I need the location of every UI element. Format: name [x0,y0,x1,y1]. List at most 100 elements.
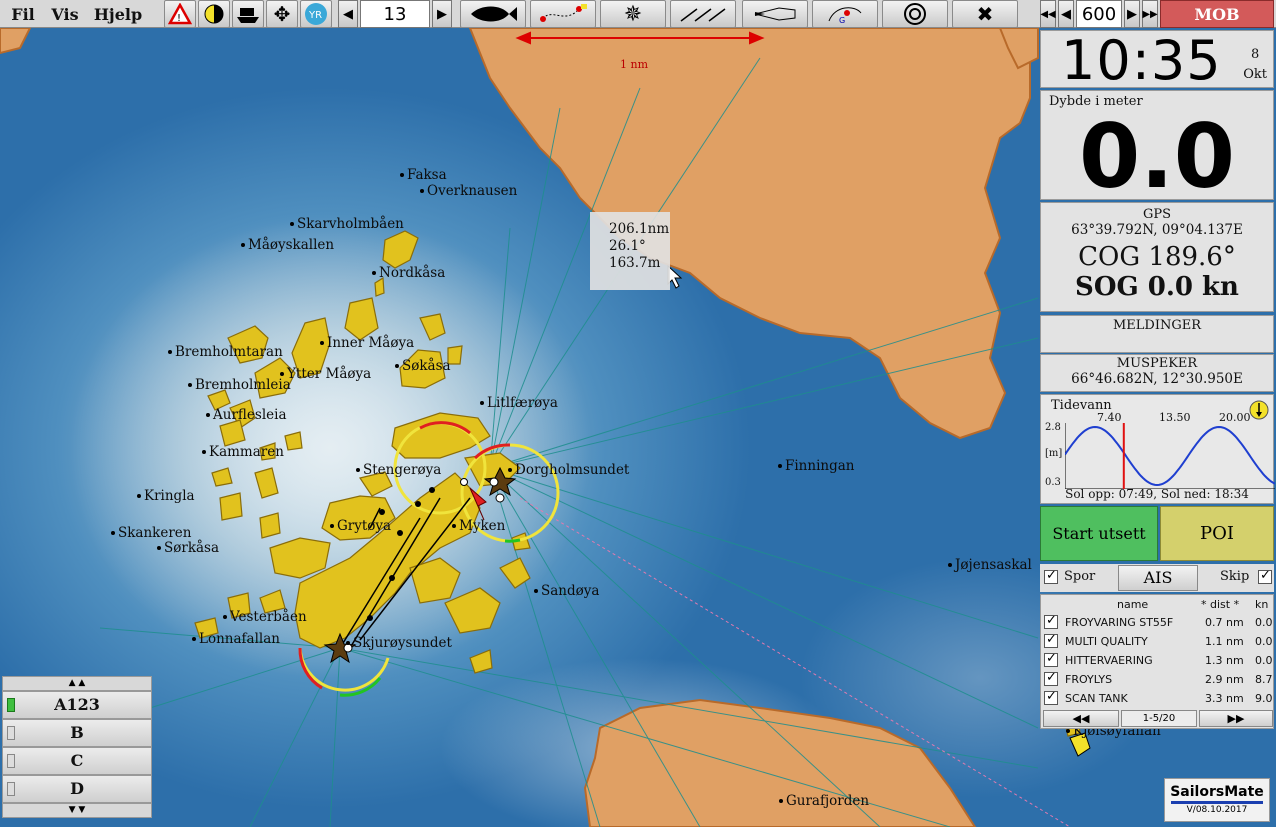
ais-row[interactable]: HITTERVAERING 1.3 nm 0.0 [1041,651,1273,670]
measurement-tooltip: 206.1nm 26.1° 163.7m [590,212,670,290]
wind-arrows-icon [680,8,726,22]
ship-checkbox[interactable] [1258,568,1272,584]
zoom-increase-button[interactable]: ▶ [432,0,452,28]
menu-view[interactable]: Vis [48,0,82,28]
ais-rows: FROYVARING ST55F 0.7 nm 0.0 MULTI QUALITY 1.… [1041,613,1273,708]
start-utsett-button[interactable]: Start utsett [1040,506,1158,561]
ais-button[interactable]: AIS [1118,565,1198,591]
range-first-button[interactable]: ◀◀ [1040,0,1056,28]
day-night-button[interactable] [198,0,230,28]
layer-item[interactable]: B [2,719,152,747]
place-dot-icon [1066,729,1070,733]
place-dot-icon [168,350,172,354]
tools-button[interactable]: ✖ [952,0,1018,28]
target-button[interactable] [882,0,948,28]
pan-button[interactable]: ✥ [266,0,298,28]
place-label: Nordkåsa [372,265,446,281]
place-name: Grytøya [337,518,392,534]
zoom-decrease-button[interactable]: ◀ [338,0,358,28]
poi-button[interactable]: POI [1160,506,1274,561]
cursor-position: 66°46.682N, 12°30.950E [1071,371,1243,387]
cursor-box: MUSPEKER 66°46.682N, 12°30.950E [1040,354,1274,392]
fish-button[interactable] [460,0,526,28]
route-button[interactable] [530,0,596,28]
ais-vessel-name: SCAN TANK [1065,692,1128,705]
range-decrease-button[interactable]: ◀ [1058,0,1074,28]
ais-row-checkbox[interactable] [1044,613,1058,629]
place-label: Myken [452,519,505,534]
layer-item[interactable]: D [2,775,152,803]
place-name: Kammaren [209,444,284,460]
measure-height: 163.7m [609,255,661,271]
tide-curve-chart [1065,423,1275,489]
clock-time: 10:35 [1061,29,1222,92]
place-name: Bremholmleia [195,377,291,393]
messages-box[interactable]: MELDINGER [1040,315,1274,353]
place-label: Vesterbåen [223,610,307,625]
menu-help[interactable]: Hjelp [92,0,144,28]
yr-weather-button[interactable]: YR [300,0,332,28]
warning-button[interactable]: ! [164,0,196,28]
measure-bearing: 26.1° [609,238,646,254]
land-north-west [0,28,32,55]
boat-button[interactable] [232,0,264,28]
goto-button[interactable]: G [812,0,878,28]
ais-next-page-button[interactable]: ▶▶ [1199,710,1273,727]
depth-box: Dybde i meter 0.0 [1040,90,1274,208]
range-last-button[interactable]: ▶▶ [1142,0,1158,28]
place-dot-icon [223,615,227,619]
gps-position: 63°39.792N, 09°04.137E [1071,222,1243,238]
wind-button[interactable] [670,0,736,28]
track-checkbox[interactable] [1044,568,1058,584]
fish-icon [471,6,517,22]
layer-scroll-down[interactable]: ▼ ▼ [2,803,152,818]
place-name: Inner Måøya [327,335,415,351]
mob-button[interactable]: MOB [1160,0,1274,28]
place-dot-icon [111,531,115,535]
ship-label: Skip [1220,569,1250,584]
layer-scroll-up[interactable]: ▲ ▲ [2,676,152,691]
place-name: Skarvholmbåen [297,216,404,232]
menu-file[interactable]: Fil [8,0,38,28]
ais-vessel-speed: 8.7 [1255,673,1273,686]
range-increase-button[interactable]: ▶ [1124,0,1140,28]
ais-row[interactable]: FROYVARING ST55F 0.7 nm 0.0 [1041,613,1273,632]
zoom-level-field[interactable]: 13 [360,0,430,28]
ais-row[interactable]: SCAN TANK 3.3 nm 9.0 [1041,689,1273,708]
place-dot-icon [188,383,192,387]
place-dot-icon [480,401,484,405]
place-label: Sørkåsa [157,541,219,556]
place-dot-icon [452,524,456,528]
ais-row-checkbox[interactable] [1044,670,1058,686]
place-name: Sandøya [541,583,600,599]
ais-col-dist: * dist * [1201,598,1240,611]
warning-icon: ! [168,3,192,25]
compass-button[interactable]: ✵ [600,0,666,28]
top-toolbar: Fil Vis Hjelp ! ✥ YR ◀ 13 ▶ ✵ G ✖ ◀◀ ◀ 6… [0,0,1276,28]
place-label: Inner Måøya [320,335,415,351]
ais-row-checkbox[interactable] [1044,689,1058,705]
layer-item[interactable]: A123 [2,691,152,719]
sog-value: SOG 0.0 kn [1075,272,1239,302]
ais-col-name: name [1117,598,1149,611]
place-label: Skankeren [111,525,192,541]
ais-row-checkbox[interactable] [1044,632,1058,648]
ais-prev-page-button[interactable]: ◀◀ [1043,710,1119,727]
tide-box: Tidevann 7.40 13.50 20.00 2.8 [m] 0.3 Sol … [1040,394,1275,504]
place-dot-icon [400,173,404,177]
place-name: Nordkåsa [379,265,446,281]
trawl-button[interactable] [742,0,808,28]
ais-row[interactable]: MULTI QUALITY 1.1 nm 0.0 [1041,632,1273,651]
ais-row-checkbox[interactable] [1044,651,1058,667]
ais-vessel-dist: 2.9 nm [1205,673,1244,686]
pan-icon: ✥ [273,2,291,26]
place-name: Skankeren [118,525,192,541]
ais-vessel-name: FROYVARING ST55F [1065,616,1174,629]
layer-item[interactable]: C [2,747,152,775]
range-field[interactable]: 600 [1076,0,1122,28]
place-dot-icon [241,243,245,247]
place-name: Litlfærøya [487,395,558,411]
ais-vessel-name: MULTI QUALITY [1065,635,1148,648]
place-dot-icon [395,364,399,368]
ais-row[interactable]: FROYLYS 2.9 nm 8.7 [1041,670,1273,689]
